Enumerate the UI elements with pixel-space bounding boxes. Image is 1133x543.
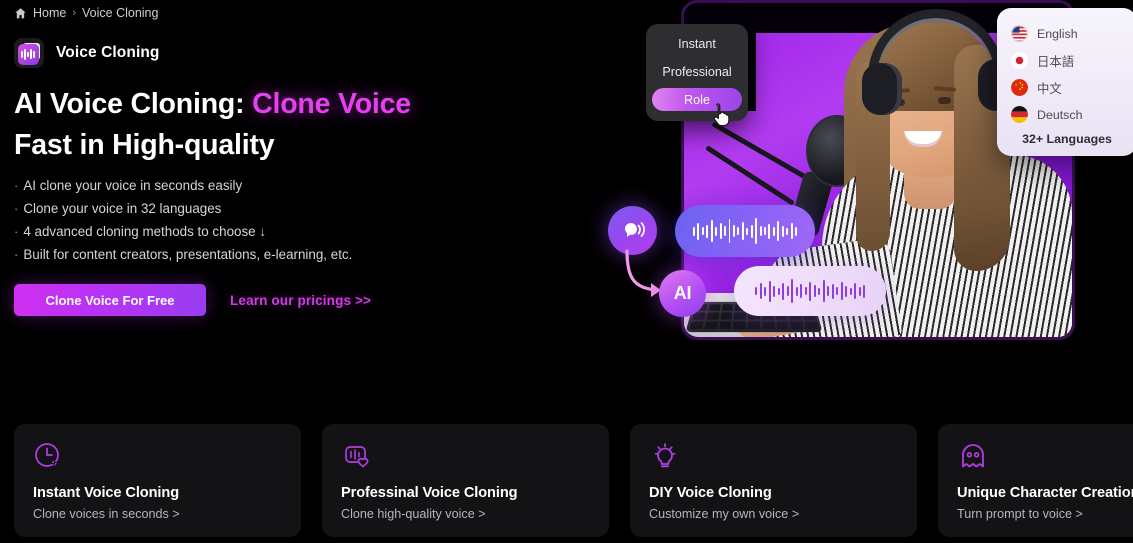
language-label: English	[1037, 26, 1078, 41]
feature-card-title: Professinal Voice Cloning	[341, 485, 518, 501]
feature-card-list: Instant Voice Cloning Clone voices in se…	[14, 424, 1133, 537]
language-item-english[interactable]: English	[997, 20, 1133, 47]
list-item: · AI clone your voice in seconds easily	[14, 174, 534, 197]
ai-badge-icon: AI	[659, 270, 706, 317]
feature-card-subtitle: Turn prompt to voice >	[957, 507, 1083, 521]
hero-heading-accent: Clone Voice	[252, 88, 411, 120]
bullet-marker: ·	[14, 247, 19, 262]
list-item: · Clone your voice in 32 languages	[14, 197, 534, 220]
more-languages-label[interactable]: 32+ Languages	[997, 132, 1133, 146]
hero-heading-line1-plain: AI Voice Cloning:	[14, 88, 253, 120]
language-label: 中文	[1037, 81, 1062, 96]
waveform-heart-icon	[345, 446, 369, 468]
feature-card-diy-voice-cloning[interactable]: DIY Voice Cloning Customize my own voice…	[630, 424, 917, 537]
list-item: · 4 advanced cloning methods to choose ↓	[14, 220, 534, 243]
feature-card-title: Unique Character Creation	[957, 485, 1133, 501]
learn-our-pricings-link[interactable]: Learn our pricings >>	[230, 293, 371, 308]
flag-us-icon	[1011, 25, 1028, 42]
list-item-label: 4 advanced cloning methods to choose ↓	[23, 224, 267, 239]
clone-voice-for-free-button[interactable]: Clone Voice For Free	[14, 284, 206, 316]
breadcrumb-current: Voice Cloning	[82, 6, 159, 20]
language-item-german[interactable]: Deutsch	[997, 101, 1133, 128]
feature-card-professional-voice-cloning[interactable]: Professinal Voice Cloning Clone high-qua…	[322, 424, 609, 537]
waveform-icon	[675, 205, 815, 257]
breadcrumb-separator: ›	[72, 7, 77, 19]
feature-card-title: DIY Voice Cloning	[649, 485, 772, 501]
method-option-instant[interactable]: Instant	[652, 32, 742, 56]
cta-row: Clone Voice For Free Learn our pricings …	[14, 284, 371, 316]
ghost-icon	[962, 444, 984, 468]
bullet-marker: ·	[14, 201, 19, 216]
pointer-hand-cursor-icon	[713, 103, 730, 127]
flag-de-icon	[1011, 106, 1028, 123]
home-icon	[15, 7, 26, 18]
feature-card-subtitle: Customize my own voice >	[649, 507, 800, 521]
language-selector-panel[interactable]: English 日本語 中文 Deutsch 32+ Languages	[997, 8, 1133, 156]
speaking-head-icon	[608, 206, 657, 255]
lightbulb-icon	[654, 443, 676, 468]
voice-cloning-page: Home › Voice Cloning Voice Cloning AI Vo…	[0, 0, 1133, 543]
list-item-label: Built for content creators, presentation…	[23, 247, 353, 262]
flag-jp-icon	[1011, 52, 1028, 69]
bullet-marker: ·	[14, 178, 19, 193]
breadcrumb-home-link[interactable]: Home	[33, 6, 66, 20]
flag-cn-icon	[1011, 79, 1028, 96]
method-option-professional[interactable]: Professional	[652, 60, 742, 84]
waveform-icon	[734, 266, 886, 316]
page-title: Voice Cloning	[56, 44, 160, 61]
clock-bolt-icon	[35, 443, 60, 470]
hero-heading-line2: Fast in High-quality	[14, 129, 275, 161]
hero-heading: AI Voice Cloning: Clone Voice Fast in Hi…	[14, 84, 484, 166]
hero-feature-list: · AI clone your voice in seconds easily …	[14, 174, 534, 266]
list-item-label: AI clone your voice in seconds easily	[23, 178, 243, 193]
list-item: · Built for content creators, presentati…	[14, 243, 534, 266]
list-item-label: Clone your voice in 32 languages	[23, 201, 222, 216]
language-item-japanese[interactable]: 日本語	[997, 47, 1133, 74]
feature-card-title: Instant Voice Cloning	[33, 485, 180, 501]
feature-card-subtitle: Clone high-quality voice >	[341, 507, 486, 521]
product-header: Voice Cloning	[14, 38, 160, 68]
feature-card-subtitle: Clone voices in seconds >	[33, 507, 180, 521]
language-label: 日本語	[1037, 54, 1075, 69]
bullet-marker: ·	[14, 224, 19, 239]
language-item-chinese[interactable]: 中文	[997, 74, 1133, 101]
voice-cloning-logo-icon	[14, 38, 44, 68]
feature-card-instant-voice-cloning[interactable]: Instant Voice Cloning Clone voices in se…	[14, 424, 301, 537]
cloning-method-dropdown[interactable]: Instant Professional Role	[646, 24, 748, 127]
breadcrumb: Home › Voice Cloning	[14, 4, 158, 22]
feature-card-unique-character-creation[interactable]: Unique Character Creation Turn prompt to…	[938, 424, 1133, 537]
language-label: Deutsch	[1037, 107, 1083, 122]
